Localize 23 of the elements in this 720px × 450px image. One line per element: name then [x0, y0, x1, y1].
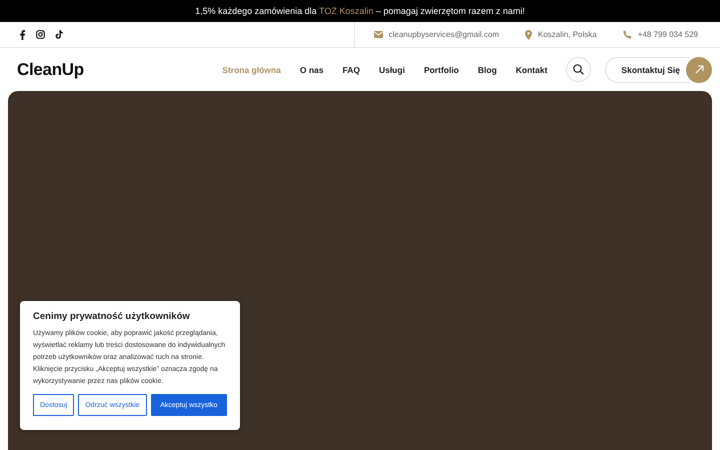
nav-link[interactable]: Kontakt: [516, 64, 548, 74]
search-button[interactable]: [566, 57, 592, 82]
search-icon: [573, 64, 584, 75]
contact-button[interactable]: Skontaktuj Się: [605, 56, 690, 82]
nav-link[interactable]: O nas: [300, 64, 324, 74]
nav-link[interactable]: FAQ: [342, 64, 360, 74]
tiktok-icon[interactable]: [55, 30, 63, 39]
arrow-icon: [694, 65, 704, 74]
announcement-text: 1,5% każdego zamówienia dla TOZ Koszalin – pomagaj zwierzętom razem z nami!: [195, 6, 525, 16]
facebook-icon[interactable]: [19, 30, 26, 40]
nav-link[interactable]: Usługi: [378, 64, 405, 74]
nav-link[interactable]: Portfolio: [424, 64, 459, 74]
email-link[interactable]: cleanupbyservices@gmail.com: [388, 30, 500, 39]
location-pin-icon: [525, 30, 532, 40]
cookie-title: Cenimy prywatność użytkowników: [33, 311, 191, 322]
instagram-icon[interactable]: [36, 30, 45, 39]
phone-icon: [622, 30, 632, 39]
location-text: Koszalin, Polska: [538, 30, 597, 39]
envelope-icon: [374, 31, 383, 38]
nav-link[interactable]: Blog: [478, 64, 497, 74]
arrow-button[interactable]: [686, 56, 712, 82]
phone-link[interactable]: +48 799 034 529: [638, 30, 698, 39]
logo[interactable]: CleanUp: [17, 60, 84, 80]
